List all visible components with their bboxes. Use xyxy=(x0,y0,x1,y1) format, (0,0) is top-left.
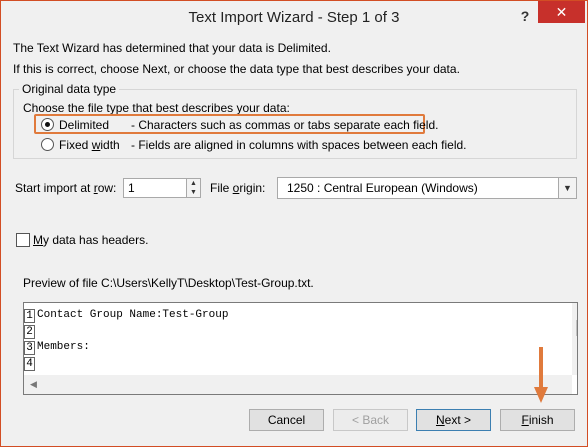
delimited-radio[interactable] xyxy=(41,118,54,131)
scroll-left-icon[interactable]: ◀ xyxy=(30,379,37,390)
next-button[interactable]: Next > xyxy=(416,409,491,431)
intro-line-2: If this is correct, choose Next, or choo… xyxy=(13,62,460,76)
headers-label-post: y data has headers. xyxy=(43,233,149,247)
vertical-scrollbar[interactable]: ▲ ▼ xyxy=(572,303,577,375)
preview-line: Contact Group Name:Test-Group xyxy=(37,309,229,321)
start-row-value[interactable]: 1 xyxy=(128,181,135,195)
scroll-down-icon[interactable]: ▼ xyxy=(576,363,577,373)
preview-label: Preview of file C:\Users\KellyT\Desktop\… xyxy=(23,276,314,290)
scroll-thumb[interactable] xyxy=(576,320,577,336)
file-type-prompt: Choose the file type that best describes… xyxy=(23,101,290,115)
next-button-accel: N xyxy=(435,413,445,427)
finish-button-accel: F xyxy=(521,413,529,427)
delimited-description: - Characters such as commas or tabs sepa… xyxy=(131,118,439,132)
row-number: 4 xyxy=(24,357,35,371)
row-number: 1 xyxy=(24,309,35,323)
file-origin-value: 1250 : Central European (Windows) xyxy=(287,181,478,195)
spin-down-icon[interactable]: ▼ xyxy=(186,188,200,197)
back-button[interactable]: < Back xyxy=(333,409,408,431)
file-origin-select[interactable]: 1250 : Central European (Windows) ▼ xyxy=(277,177,577,199)
finish-button[interactable]: Finish xyxy=(500,409,575,431)
headers-label-accel: M xyxy=(33,233,43,247)
spin-up-icon[interactable]: ▲ xyxy=(186,179,200,188)
close-button[interactable]: ✕ xyxy=(538,1,585,23)
fixed-width-label-pre: Fixed xyxy=(59,138,92,152)
intro-line-1: The Text Wizard has determined that your… xyxy=(13,41,331,55)
headers-checkbox[interactable] xyxy=(16,233,30,247)
start-row-label-pre: Start import at xyxy=(15,181,94,195)
start-row-stepper[interactable]: 1 ▲ ▼ xyxy=(123,178,201,198)
cancel-button[interactable]: Cancel xyxy=(249,409,324,431)
headers-label[interactable]: My data has headers. xyxy=(33,233,148,247)
group-title: Original data type xyxy=(19,82,120,96)
help-button[interactable]: ? xyxy=(513,6,537,26)
preview-line: Members: xyxy=(37,341,90,353)
row-number: 2 xyxy=(24,325,35,339)
file-origin-label: File origin: xyxy=(210,181,265,195)
scroll-up-icon[interactable]: ▲ xyxy=(576,305,577,315)
finish-button-label: inish xyxy=(528,413,554,427)
start-row-label-post: ow: xyxy=(97,181,117,195)
chevron-down-icon[interactable]: ▼ xyxy=(558,178,576,198)
horizontal-scrollbar[interactable]: ◀ xyxy=(24,375,572,394)
window-title: Text Import Wizard - Step 1 of 3 xyxy=(188,9,400,26)
text-import-wizard-dialog: Text Import Wizard - Step 1 of 3 ? ✕ The… xyxy=(0,0,588,447)
file-origin-label-pre: File xyxy=(210,181,233,195)
arrow-down-icon xyxy=(534,347,548,403)
start-row-label: Start import at row: xyxy=(15,181,116,195)
file-origin-label-post: rigin: xyxy=(239,181,266,195)
row-number: 3 xyxy=(24,341,35,355)
title-bar: Text Import Wizard - Step 1 of 3 ? ✕ xyxy=(1,1,587,33)
fixed-width-label-post: idth xyxy=(100,138,120,152)
delimited-label[interactable]: Delimited xyxy=(59,118,109,132)
fixed-width-radio[interactable] xyxy=(41,138,54,151)
delimited-label-text: Delimited xyxy=(59,118,110,132)
file-preview[interactable]: 1 Contact Group Name:Test-Group 2 3 Memb… xyxy=(23,302,578,395)
fixed-width-label[interactable]: Fixed width xyxy=(59,138,120,152)
fixed-width-description: - Fields are aligned in columns with spa… xyxy=(131,138,467,152)
next-button-label: ext > xyxy=(444,413,472,427)
